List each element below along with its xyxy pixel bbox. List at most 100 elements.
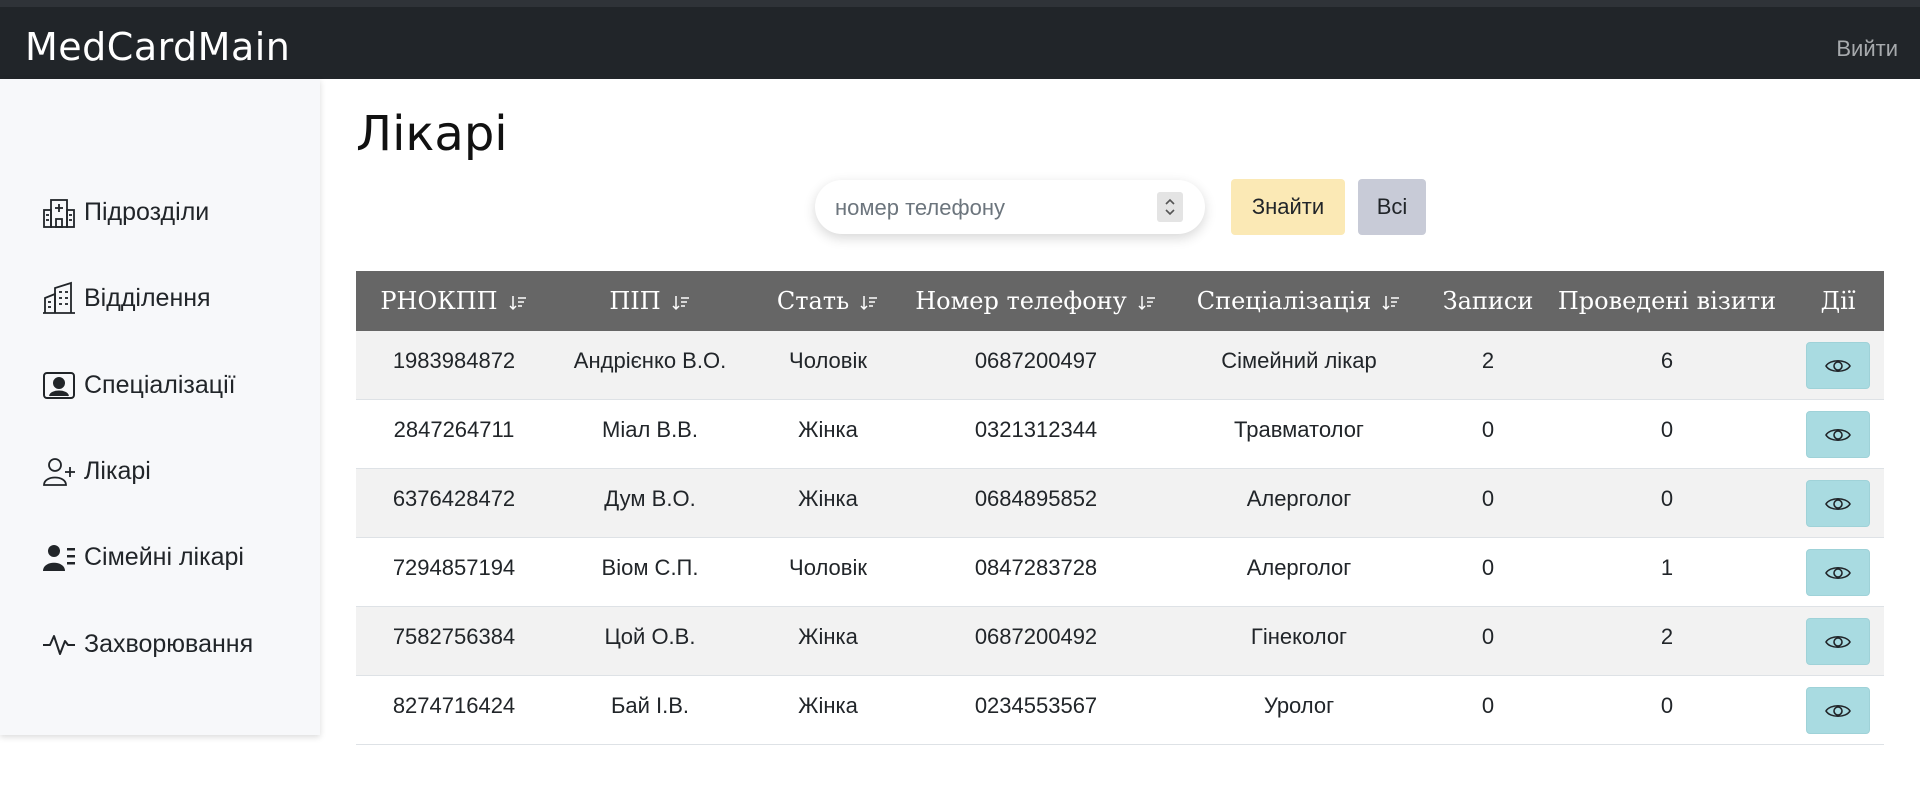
sort-desc-icon[interactable]: [508, 293, 528, 313]
column-header-actions: Дії: [1792, 271, 1884, 331]
sidebar-item-specializations[interactable]: Спеціалізації: [40, 365, 236, 405]
cell-visits: 0: [1542, 675, 1792, 745]
eye-icon: [1825, 704, 1851, 717]
column-header-label: Спеціалізація: [1196, 287, 1372, 315]
table-row: 7582756384 Цой О.В. Жінка 0687200492 Гін…: [356, 606, 1884, 676]
sidebar-item-family-doctors[interactable]: Сімейні лікарі: [40, 537, 244, 577]
cell-actions: [1792, 399, 1884, 469]
cell-visits: 0: [1542, 468, 1792, 538]
table-row: 7294857194 Віом С.П. Чоловік 0847283728 …: [356, 537, 1884, 607]
table-header-row: РНОКПП ПІП Стать Номер телефону Спеціалі…: [356, 271, 1884, 331]
eye-icon: [1825, 566, 1851, 579]
cell-actions: [1792, 468, 1884, 538]
cell-actions: [1792, 675, 1884, 745]
eye-icon: [1825, 635, 1851, 648]
view-button[interactable]: [1806, 618, 1870, 665]
view-button[interactable]: [1806, 480, 1870, 527]
column-header-label: ПІП: [609, 287, 661, 315]
sidebar-item-label: Лікарі: [84, 456, 151, 485]
table-row: 2847264711 Міал В.В. Жінка 0321312344 Тр…: [356, 399, 1884, 469]
activity-icon: [40, 625, 78, 663]
show-all-button[interactable]: Всі: [1358, 179, 1426, 235]
column-header-label: Номер телефону: [915, 287, 1127, 315]
sidebar-item-label: Спеціалізації: [84, 370, 236, 399]
brand-logo[interactable]: MedCardMain: [25, 24, 290, 70]
cell-records: 2: [1434, 331, 1542, 400]
cell-pib: Міал В.В.: [552, 399, 748, 469]
cell-actions: [1792, 331, 1884, 400]
cell-pib: Андрієнко В.О.: [552, 331, 748, 400]
sidebar: Підрозділи Відділення Спеціалізації Ліка…: [0, 79, 320, 735]
cell-specialization: Алерголог: [1164, 537, 1434, 607]
cell-phone: 0234553567: [908, 675, 1164, 745]
cell-visits: 0: [1542, 399, 1792, 469]
cell-pib: Дум В.О.: [552, 468, 748, 538]
cell-phone: 0687200492: [908, 606, 1164, 676]
buildings-icon: [40, 279, 78, 317]
column-header-phone: Номер телефону: [908, 271, 1164, 331]
sidebar-item-departments[interactable]: Відділення: [40, 278, 211, 318]
page-title: Лікарі: [356, 106, 508, 162]
cell-pib: Цой О.В.: [552, 606, 748, 676]
cell-sex: Жінка: [748, 399, 908, 469]
cell-visits: 6: [1542, 331, 1792, 400]
cell-records: 0: [1434, 399, 1542, 469]
view-button[interactable]: [1806, 411, 1870, 458]
column-header-label: Стать: [776, 287, 850, 315]
sidebar-item-label: Захворювання: [84, 629, 254, 658]
cell-sex: Чоловік: [748, 537, 908, 607]
cell-sex: Жінка: [748, 468, 908, 538]
top-navbar: MedCardMain Вийти: [0, 0, 1920, 79]
cell-pib: Віом С.П.: [552, 537, 748, 607]
column-header-records: Записи: [1434, 271, 1542, 331]
cell-records: 0: [1434, 537, 1542, 607]
column-header-visits: Проведені візити: [1542, 271, 1792, 331]
sidebar-item-doctors[interactable]: Лікарі: [40, 451, 151, 491]
eye-icon: [1825, 497, 1851, 510]
person-lines-icon: [40, 538, 78, 576]
cell-rnokpp: 1983984872: [356, 331, 552, 400]
cell-specialization: Алерголог: [1164, 468, 1434, 538]
cell-visits: 2: [1542, 606, 1792, 676]
table-row: 1983984872 Андрієнко В.О. Чоловік 068720…: [356, 331, 1884, 400]
column-header-sex: Стать: [748, 271, 908, 331]
eye-icon: [1825, 428, 1851, 441]
column-header-label: РНОКПП: [380, 287, 498, 315]
sort-desc-icon[interactable]: [671, 293, 691, 313]
sidebar-item-label: Сімейні лікарі: [84, 542, 244, 571]
cell-phone: 0687200497: [908, 331, 1164, 400]
cell-rnokpp: 7294857194: [356, 537, 552, 607]
cell-phone: 0847283728: [908, 537, 1164, 607]
column-header-pib: ПІП: [552, 271, 748, 331]
cell-pib: Бай І.В.: [552, 675, 748, 745]
cell-phone: 0321312344: [908, 399, 1164, 469]
number-spinner[interactable]: [1157, 192, 1183, 222]
person-badge-icon: [40, 366, 78, 404]
view-button[interactable]: [1806, 549, 1870, 596]
cell-specialization: Сімейний лікар: [1164, 331, 1434, 400]
person-plus-icon: [40, 452, 78, 490]
cell-sex: Чоловік: [748, 331, 908, 400]
doctors-table: РНОКПП ПІП Стать Номер телефону Спеціалі…: [356, 271, 1884, 745]
sidebar-item-label: Відділення: [84, 283, 211, 312]
cell-actions: [1792, 606, 1884, 676]
cell-rnokpp: 8274716424: [356, 675, 552, 745]
sort-desc-icon[interactable]: [1381, 293, 1401, 313]
find-button[interactable]: Знайти: [1231, 179, 1345, 235]
view-button[interactable]: [1806, 687, 1870, 734]
sidebar-item-subdivisions[interactable]: Підрозділи: [40, 192, 209, 232]
table-row: 8274716424 Бай І.В. Жінка 0234553567 Уро…: [356, 675, 1884, 745]
table-row: 6376428472 Дум В.О. Жінка 0684895852 Але…: [356, 468, 1884, 538]
phone-search-input[interactable]: [833, 188, 1147, 228]
column-header-specialization: Спеціалізація: [1164, 271, 1434, 331]
hospital-icon: [40, 193, 78, 231]
logout-link[interactable]: Вийти: [1836, 34, 1898, 64]
cell-records: 0: [1434, 606, 1542, 676]
sort-desc-icon[interactable]: [1137, 293, 1157, 313]
search-box: [815, 180, 1205, 234]
sidebar-item-diseases[interactable]: Захворювання: [40, 624, 253, 664]
cell-specialization: Уролог: [1164, 675, 1434, 745]
view-button[interactable]: [1806, 342, 1870, 389]
sort-desc-icon[interactable]: [859, 293, 879, 313]
cell-specialization: Гінеколог: [1164, 606, 1434, 676]
